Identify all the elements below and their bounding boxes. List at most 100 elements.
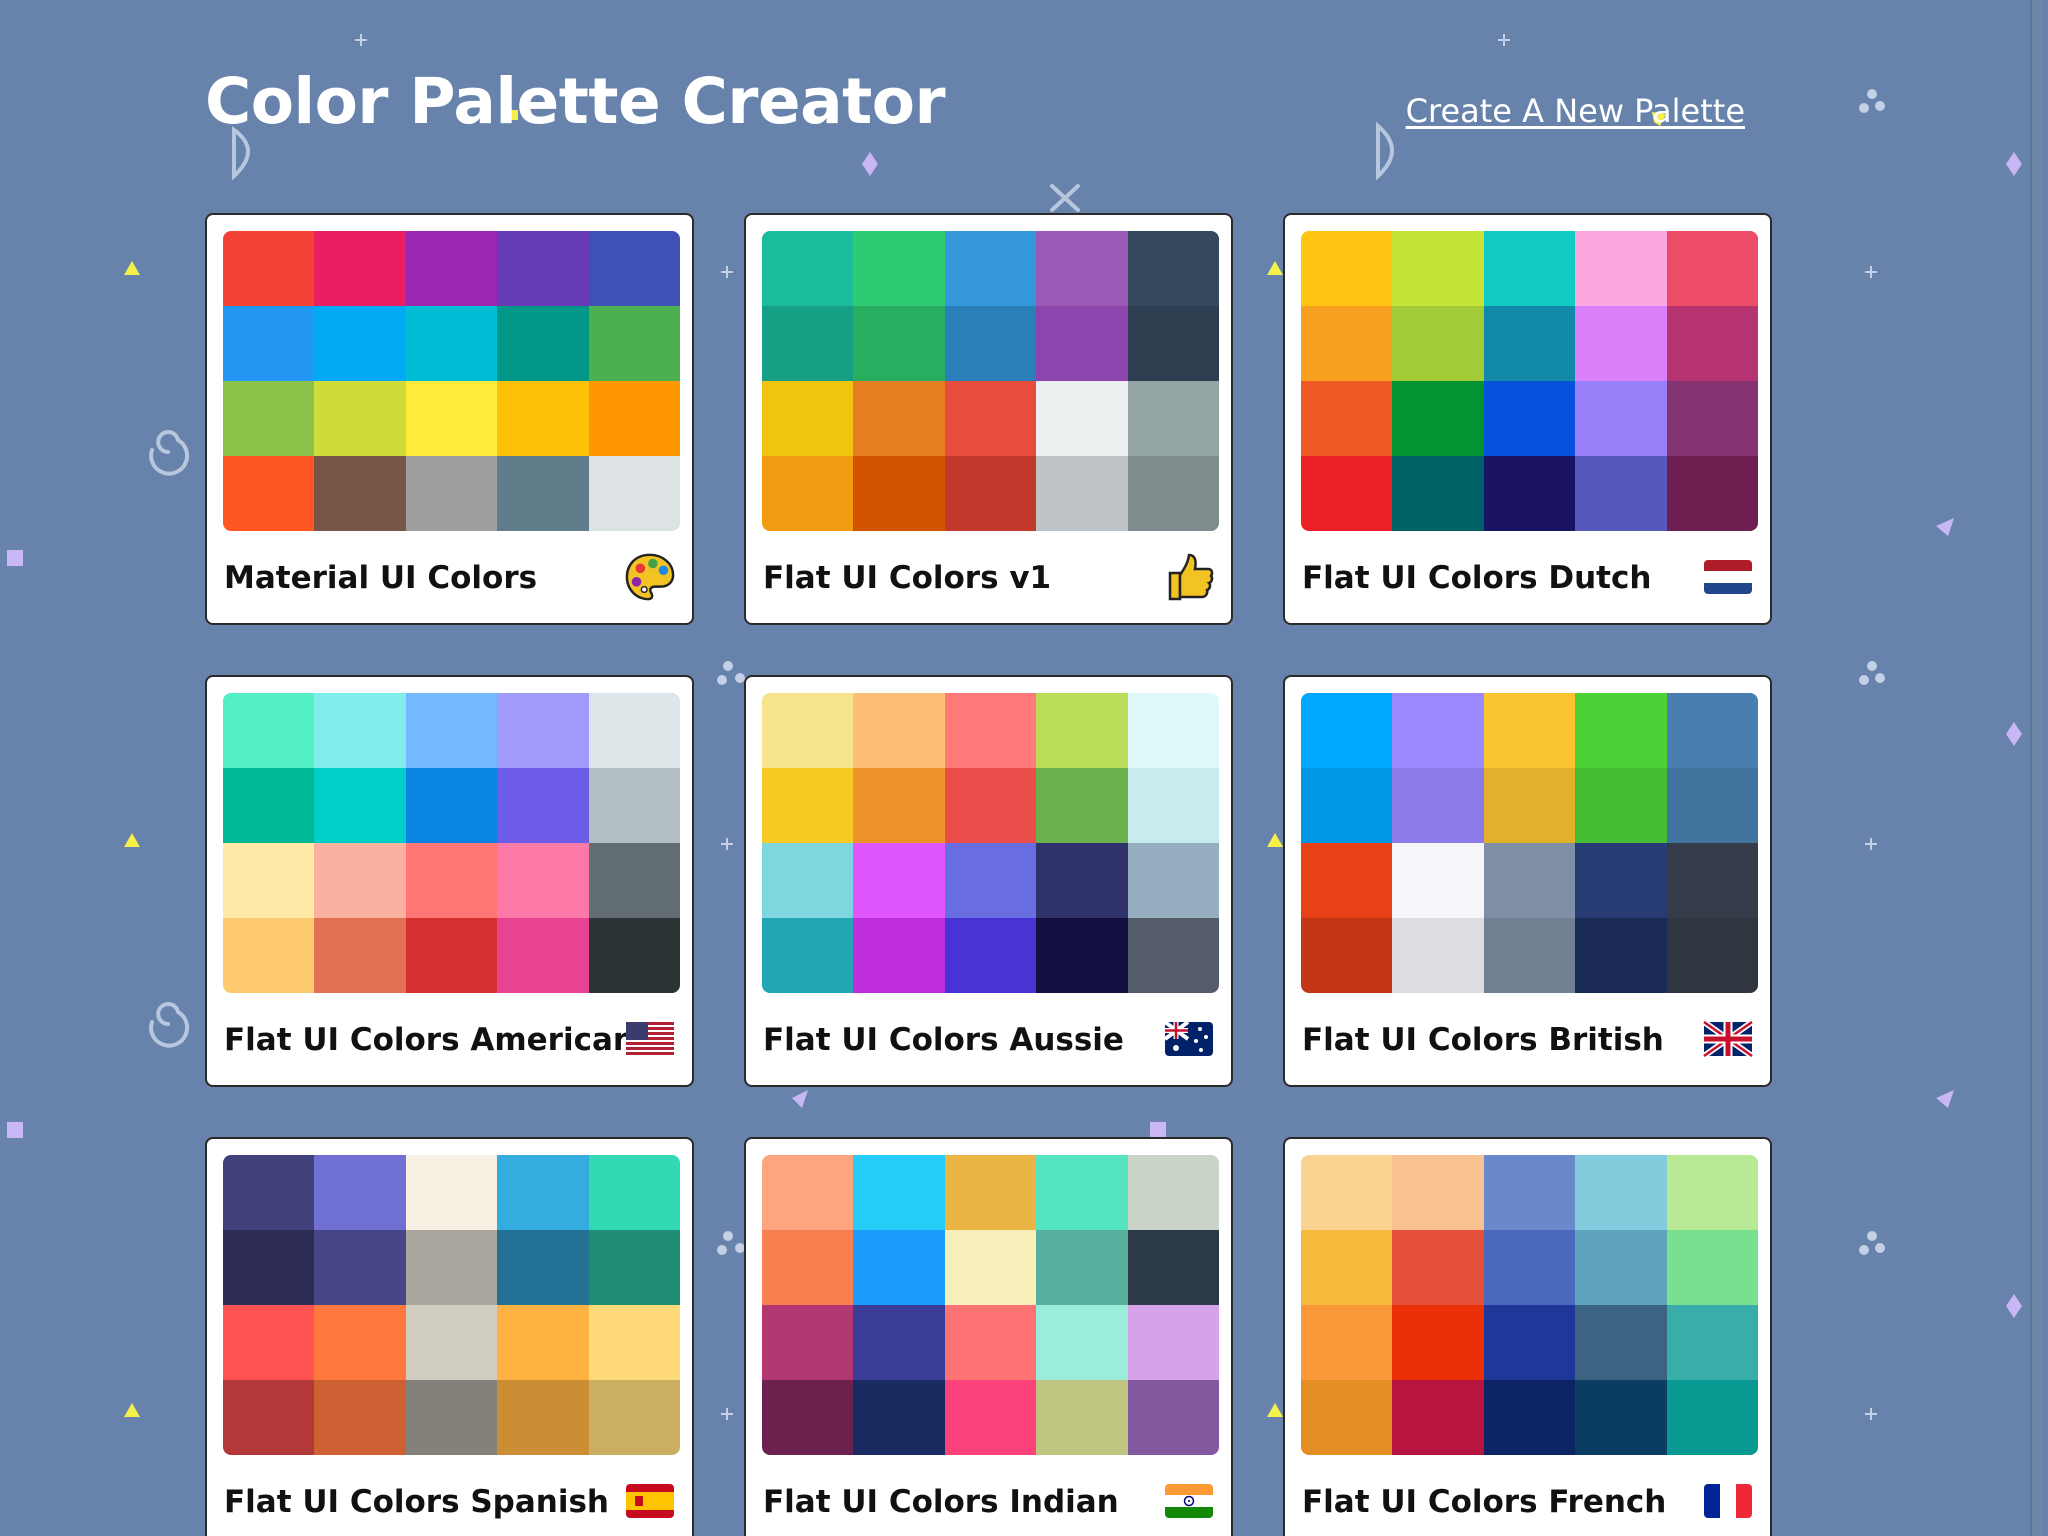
color-swatch — [1575, 1305, 1667, 1380]
color-swatch — [1392, 768, 1484, 843]
color-swatch — [853, 918, 945, 993]
color-swatch — [1392, 1230, 1484, 1305]
palette-name: Flat UI Colors Spanish — [224, 1484, 609, 1520]
color-swatch — [405, 1380, 498, 1455]
color-swatch — [1392, 918, 1484, 993]
color-swatch — [314, 456, 406, 531]
color-swatch — [1301, 843, 1393, 918]
palette-card[interactable]: Flat UI Colors Dutch — [1283, 213, 1772, 625]
color-swatch — [497, 306, 589, 381]
color-swatch — [1127, 381, 1219, 456]
color-swatch — [1127, 306, 1219, 381]
color-swatch — [1666, 1155, 1758, 1230]
color-swatch — [405, 306, 498, 381]
color-swatch — [1666, 1230, 1758, 1305]
color-swatch — [762, 1155, 854, 1230]
color-swatch — [223, 456, 315, 531]
color-swatch — [314, 693, 406, 768]
color-swatch — [1392, 693, 1484, 768]
color-swatch — [1483, 1305, 1576, 1380]
color-swatch — [1127, 768, 1219, 843]
color-swatch — [405, 768, 498, 843]
color-swatch — [314, 1380, 406, 1455]
color-swatch — [1392, 306, 1484, 381]
color-swatch — [1392, 381, 1484, 456]
palette-card[interactable]: Flat UI Colors Aussie — [744, 675, 1233, 1087]
color-swatch — [1036, 843, 1128, 918]
color-swatch — [944, 693, 1037, 768]
color-swatch — [1036, 1230, 1128, 1305]
color-swatch — [762, 381, 854, 456]
flag-usa-icon — [624, 1013, 676, 1065]
scrollbar-thumb[interactable] — [2030, 0, 2042, 1536]
thumbs-up-icon — [1163, 551, 1215, 603]
color-swatch — [1483, 768, 1576, 843]
color-swatch — [853, 1305, 945, 1380]
color-swatch — [762, 1305, 854, 1380]
color-swatch — [1392, 456, 1484, 531]
color-swatch — [405, 231, 498, 306]
palette-card[interactable]: Flat UI Colors British — [1283, 675, 1772, 1087]
header: Color Palette Creator Create A New Palet… — [205, 70, 1745, 160]
color-swatch — [1036, 768, 1128, 843]
color-swatch — [1036, 1155, 1128, 1230]
page-title: Color Palette Creator — [205, 65, 946, 138]
color-swatch — [1036, 1305, 1128, 1380]
color-swatch — [853, 456, 945, 531]
color-swatch — [1127, 1305, 1219, 1380]
color-swatch — [314, 1305, 406, 1380]
color-swatch — [762, 456, 854, 531]
color-swatch — [944, 768, 1037, 843]
color-swatch — [944, 231, 1037, 306]
color-swatch — [762, 1230, 854, 1305]
flag-netherlands-icon — [1702, 551, 1754, 603]
flag-australia-icon — [1163, 1013, 1215, 1065]
flag-france-icon — [1702, 1475, 1754, 1527]
color-swatch — [944, 843, 1037, 918]
color-swatch — [588, 456, 680, 531]
color-swatch — [1666, 306, 1758, 381]
color-swatch — [405, 918, 498, 993]
palette-swatches — [762, 693, 1219, 993]
palette-card[interactable]: Flat UI Colors French — [1283, 1137, 1772, 1536]
color-swatch — [497, 768, 589, 843]
palette-name: Flat UI Colors v1 — [763, 560, 1052, 596]
color-swatch — [853, 1230, 945, 1305]
color-swatch — [762, 306, 854, 381]
color-swatch — [1127, 456, 1219, 531]
color-swatch — [588, 693, 680, 768]
palette-card[interactable]: Flat UI Colors American — [205, 675, 694, 1087]
color-swatch — [944, 306, 1037, 381]
color-swatch — [588, 381, 680, 456]
color-swatch — [588, 1380, 680, 1455]
color-swatch — [1575, 1155, 1667, 1230]
color-swatch — [1666, 456, 1758, 531]
palette-swatches — [1301, 693, 1758, 993]
create-new-palette-link[interactable]: Create A New Palette — [1406, 92, 1745, 130]
palette-card[interactable]: Flat UI Colors v1 — [744, 213, 1233, 625]
flag-uk-icon — [1702, 1013, 1754, 1065]
palette-card[interactable]: Flat UI Colors Indian — [744, 1137, 1233, 1536]
color-swatch — [1036, 918, 1128, 993]
color-swatch — [1666, 1380, 1758, 1455]
color-swatch — [1483, 843, 1576, 918]
color-swatch — [1575, 306, 1667, 381]
palette-name: Flat UI Colors Dutch — [1302, 560, 1652, 596]
color-swatch — [1575, 231, 1667, 306]
color-swatch — [1127, 1380, 1219, 1455]
color-swatch — [1666, 768, 1758, 843]
palette-card[interactable]: Flat UI Colors Spanish — [205, 1137, 694, 1536]
color-swatch — [1392, 1305, 1484, 1380]
color-swatch — [497, 1230, 589, 1305]
color-swatch — [1301, 768, 1393, 843]
palette-card[interactable]: Material UI Colors — [205, 213, 694, 625]
palette-swatches — [762, 231, 1219, 531]
color-swatch — [853, 381, 945, 456]
color-swatch — [1575, 693, 1667, 768]
color-swatch — [497, 1305, 589, 1380]
scrollbar[interactable] — [2026, 0, 2048, 1536]
color-swatch — [944, 456, 1037, 531]
color-swatch — [853, 768, 945, 843]
palette-swatches — [223, 231, 680, 531]
color-swatch — [1483, 231, 1576, 306]
